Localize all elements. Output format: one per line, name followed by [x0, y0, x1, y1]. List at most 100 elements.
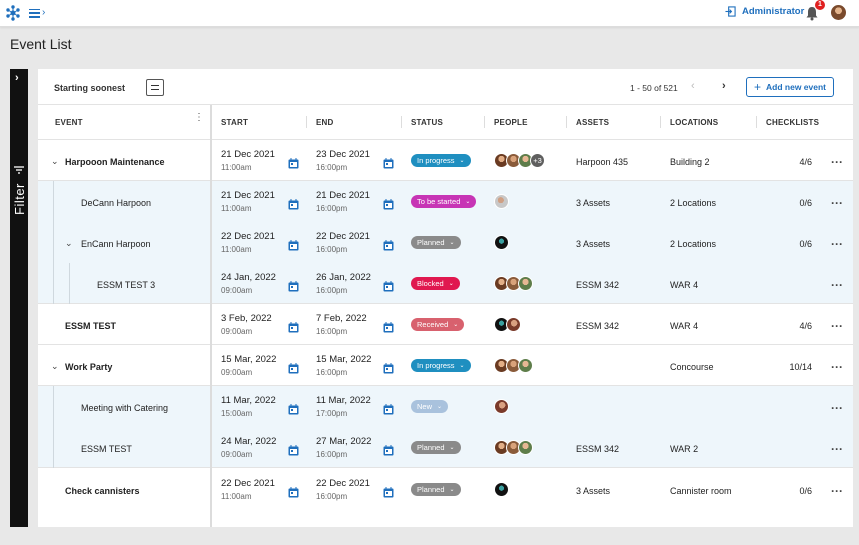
event-name[interactable]: ESSM TEST 3 [97, 280, 155, 290]
row-more-icon[interactable]: ··· [831, 319, 843, 333]
event-name[interactable]: ESSM TEST [81, 444, 132, 454]
row-more-icon[interactable]: ··· [831, 196, 843, 210]
calendar-icon[interactable] [383, 238, 394, 251]
column-divider[interactable] [484, 116, 485, 128]
administrator-link[interactable]: Administrator [725, 6, 804, 17]
column-divider[interactable] [660, 116, 661, 128]
people-avatars[interactable] [494, 440, 533, 455]
calendar-icon[interactable] [288, 443, 299, 456]
previous-page-button[interactable]: ‹ [691, 80, 695, 92]
event-name[interactable]: DeCann Harpoon [81, 198, 151, 208]
calendar-icon[interactable] [288, 279, 299, 292]
status-badge[interactable]: To be started ⌄ [411, 195, 477, 208]
status-badge[interactable]: Planned ⌄ [411, 236, 461, 249]
avatar[interactable] [494, 399, 509, 414]
more-people-count[interactable]: +3 [530, 153, 545, 168]
column-header-people[interactable]: PEOPLE [494, 118, 528, 127]
event-name[interactable]: ESSM TEST [65, 321, 116, 331]
row-more-icon[interactable]: ··· [831, 484, 843, 498]
column-header-checklists[interactable]: CHECKLISTS [766, 118, 819, 127]
user-avatar[interactable] [831, 5, 846, 20]
column-menu-icon[interactable]: ⋮ [194, 113, 204, 123]
table-row[interactable]: Check cannisters 22 Dec 2021 11:00am 22 De… [38, 469, 853, 510]
people-avatars[interactable] [494, 194, 509, 209]
event-name[interactable]: Harpooon Maintenance [65, 157, 165, 167]
expand-collapse-chevron-icon[interactable]: ⌄ [51, 156, 59, 167]
avatar[interactable] [518, 276, 533, 291]
calendar-icon[interactable] [288, 361, 299, 374]
table-row[interactable]: ⌄ Work Party 15 Mar, 2022 09:00am 15 Mar, 2… [38, 345, 853, 386]
column-header-end[interactable]: END [316, 118, 334, 127]
status-badge[interactable]: Received ⌄ [411, 318, 465, 331]
calendar-icon[interactable] [383, 279, 394, 292]
table-row[interactable]: ⌄ Harpooon Maintenance 21 Dec 2021 11:00am … [38, 140, 853, 181]
calendar-icon[interactable] [383, 402, 394, 415]
calendar-icon[interactable] [383, 156, 394, 169]
status-badge[interactable]: In progress ⌄ [411, 154, 471, 167]
status-badge[interactable]: New ⌄ [411, 400, 449, 413]
filter-sidebar[interactable]: › Filter [10, 69, 28, 527]
calendar-icon[interactable] [288, 320, 299, 333]
menu-toggle-button[interactable]: › [29, 6, 49, 20]
column-header-status[interactable]: STATUS [411, 118, 443, 127]
calendar-icon[interactable] [383, 197, 394, 210]
column-divider[interactable] [306, 116, 307, 128]
status-badge[interactable]: Blocked ⌄ [411, 277, 460, 290]
row-more-icon[interactable]: ··· [831, 401, 843, 415]
table-row[interactable]: DeCann Harpoon 21 Dec 2021 11:00am 21 Dec … [38, 181, 853, 222]
next-page-button[interactable]: › [722, 80, 726, 92]
calendar-icon[interactable] [288, 238, 299, 251]
column-divider[interactable] [756, 116, 757, 128]
event-name[interactable]: EnCann Harpoon [81, 239, 151, 249]
row-more-icon[interactable]: ··· [831, 155, 843, 169]
people-avatars[interactable] [494, 235, 509, 250]
calendar-icon[interactable] [383, 485, 394, 498]
status-badge[interactable]: Planned ⌄ [411, 483, 461, 496]
table-row[interactable]: ESSM TEST 3 24 Jan, 2022 09:00am 26 Jan, 2… [38, 263, 853, 304]
avatar[interactable] [494, 482, 509, 497]
event-name[interactable]: Meeting with Catering [81, 403, 168, 413]
column-header-assets[interactable]: ASSETS [576, 118, 609, 127]
people-avatars[interactable] [494, 358, 533, 373]
calendar-icon[interactable] [288, 197, 299, 210]
people-avatars[interactable] [494, 482, 509, 497]
status-badge[interactable]: Planned ⌄ [411, 441, 461, 454]
row-more-icon[interactable]: ··· [831, 360, 843, 374]
calendar-icon[interactable] [383, 320, 394, 333]
event-name[interactable]: Work Party [65, 362, 112, 372]
expand-collapse-chevron-icon[interactable]: ⌄ [65, 238, 73, 249]
column-header-start[interactable]: START [221, 118, 248, 127]
calendar-icon[interactable] [383, 443, 394, 456]
expand-collapse-chevron-icon[interactable]: ⌄ [51, 361, 59, 372]
add-new-event-button[interactable]: + Add new event [746, 77, 834, 97]
avatar[interactable] [506, 317, 521, 332]
column-divider[interactable] [566, 116, 567, 128]
table-row[interactable]: ESSM TEST 3 Feb, 2022 09:00am 7 Feb, 2022 1… [38, 304, 853, 345]
avatar[interactable] [518, 358, 533, 373]
sort-label[interactable]: Starting soonest [54, 83, 125, 93]
status-badge[interactable]: In progress ⌄ [411, 359, 471, 372]
people-avatars[interactable] [494, 276, 533, 291]
column-header-locations[interactable]: LOCATIONS [670, 118, 718, 127]
people-avatars[interactable] [494, 399, 509, 414]
table-row[interactable]: ESSM TEST 24 Mar, 2022 09:00am 27 Mar, 202… [38, 427, 853, 468]
people-avatars[interactable]: +3 [494, 153, 545, 168]
row-more-icon[interactable]: ··· [831, 442, 843, 456]
people-avatars[interactable] [494, 317, 521, 332]
avatar[interactable] [518, 440, 533, 455]
avatar[interactable] [494, 235, 509, 250]
calendar-icon[interactable] [288, 156, 299, 169]
network-logo-icon[interactable] [5, 5, 21, 21]
event-name[interactable]: Check cannisters [65, 486, 140, 496]
row-more-icon[interactable]: ··· [831, 237, 843, 251]
column-header-event[interactable]: EVENT [55, 118, 83, 127]
calendar-icon[interactable] [288, 402, 299, 415]
density-toggle-button[interactable] [146, 79, 164, 96]
calendar-icon[interactable] [288, 485, 299, 498]
table-row[interactable]: ⌄ EnCann Harpoon 22 Dec 2021 11:00am 22 Dec… [38, 222, 853, 263]
row-more-icon[interactable]: ··· [831, 278, 843, 292]
table-row[interactable]: Meeting with Catering 11 Mar, 2022 15:00am… [38, 386, 853, 427]
avatar[interactable] [494, 194, 509, 209]
calendar-icon[interactable] [383, 361, 394, 374]
column-divider[interactable] [401, 116, 402, 128]
